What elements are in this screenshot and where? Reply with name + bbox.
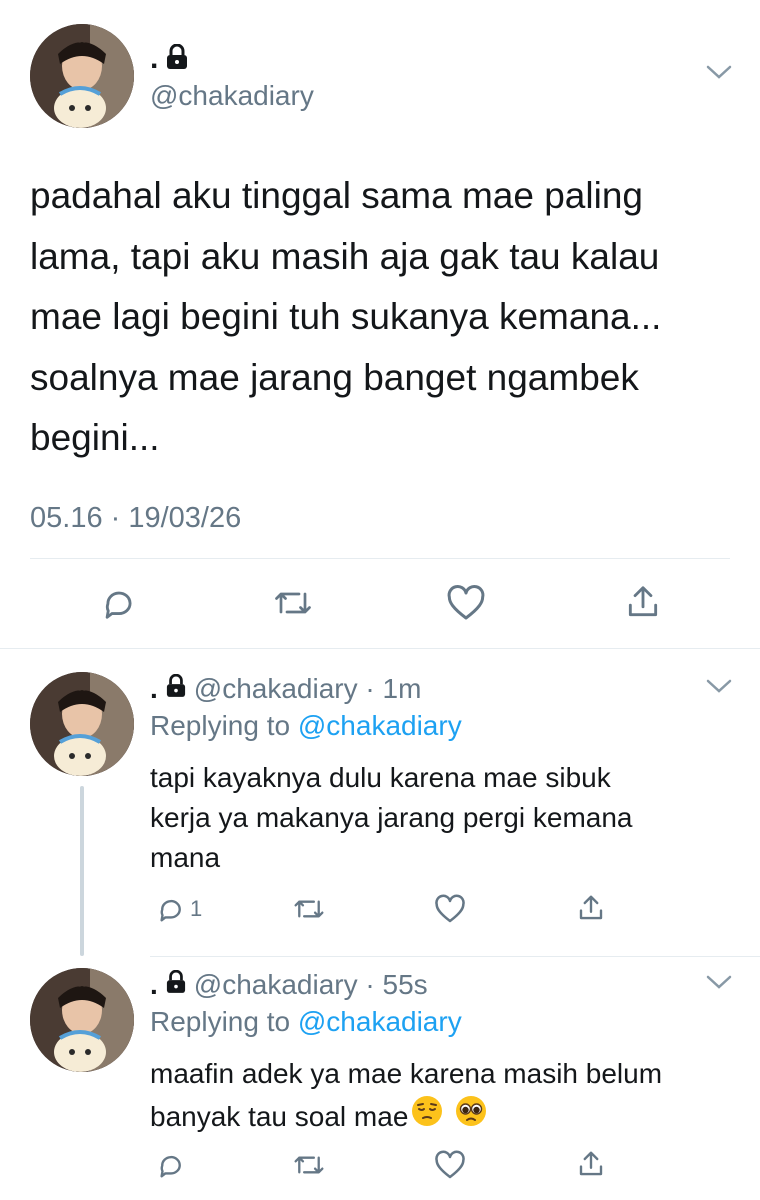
handle-time[interactable]: @chakadiary · 1m [194,673,422,705]
avatar[interactable] [30,968,134,1072]
reply-text-line: kerja ya makanya jarang pergi kemana [150,802,633,833]
tweet-text-line: begini... [30,417,160,458]
reply-icon [156,894,186,924]
display-name-row: . [150,42,188,76]
replying-to: Replying to @chakadiary [150,1006,462,1038]
share-icon [624,582,662,622]
retweet-icon [292,1150,326,1180]
divider [0,648,760,649]
replying-to: Replying to @chakadiary [150,710,462,742]
display-name[interactable]: . [150,44,158,74]
reply-text-line: tapi kayaknya dulu karena mae sibuk [150,762,611,793]
replying-to-link[interactable]: @chakadiary [298,710,462,741]
like-button[interactable] [446,584,486,622]
replying-to-label: Replying to [150,710,298,741]
chevron-down-icon[interactable] [706,64,732,82]
tweet-text-line: mae lagi begini tuh sukanya kemana... [30,296,662,337]
tweet-text: padahal aku tinggal sama mae paling lama… [30,166,661,469]
like-icon [446,584,486,622]
avatar[interactable] [30,672,134,776]
tweet-text-line: soalnya mae jarang banget ngambek [30,356,639,398]
retweet-icon [292,894,326,924]
replying-to-link[interactable]: @chakadiary [298,1006,462,1037]
divider [30,558,730,559]
share-icon [576,1148,606,1180]
reply-button[interactable] [100,584,138,622]
pensive-face-emoji [410,1094,444,1139]
display-name[interactable]: . [150,673,158,705]
chevron-down-icon[interactable] [706,974,732,992]
retweet-button[interactable] [272,584,314,622]
reply-text-line: banyak tau soal mae [150,1100,409,1132]
handle-time[interactable]: @chakadiary · 55s [194,969,428,1001]
divider [150,956,760,957]
reply-button[interactable] [156,1150,190,1180]
like-icon [434,1150,466,1180]
tweet-text-line: lama, tapi aku masih aja gak tau kalau [30,235,660,277]
display-name[interactable]: . [150,969,158,1001]
share-button[interactable] [624,582,662,622]
reply-text-line: mana [150,842,221,873]
reply-count: 1 [190,896,203,921]
like-button[interactable] [434,1150,466,1180]
reply-icon [100,584,138,622]
reply-button[interactable]: 1 [156,894,202,924]
share-button[interactable] [576,892,606,924]
reply-header: . @chakadiary · 1m [150,672,421,706]
avatar[interactable] [30,24,134,128]
like-button[interactable] [434,894,466,924]
reply-text-line-with-emoji: banyak tau soal mae [150,1094,662,1139]
reply-text: tapi kayaknya dulu karena mae sibuk kerj… [150,758,632,878]
chevron-down-icon[interactable] [706,678,732,696]
lock-icon [166,43,188,75]
replying-to-label: Replying to [150,1006,298,1037]
lock-icon [166,673,186,705]
lock-icon [166,969,186,1001]
reply-text-line: maafin adek ya mae karena masih belum [150,1058,663,1089]
retweet-button[interactable] [292,894,326,924]
thread-line [80,786,84,956]
retweet-button[interactable] [292,1150,326,1180]
timestamp[interactable]: 05.16 · 19/03/26 [30,502,241,535]
retweet-icon [272,584,314,622]
share-button[interactable] [576,1148,606,1180]
handle[interactable]: @chakadiary [150,80,314,112]
tweet-text-line: padahal aku tinggal sama mae paling [30,175,643,216]
like-icon [434,894,466,924]
share-icon [576,892,606,924]
reply-text: maafin adek ya mae karena masih belum ba… [150,1054,662,1139]
reply-header: . @chakadiary · 55s [150,968,428,1002]
reply-icon [156,1150,186,1180]
pleading-face-emoji [454,1094,488,1139]
